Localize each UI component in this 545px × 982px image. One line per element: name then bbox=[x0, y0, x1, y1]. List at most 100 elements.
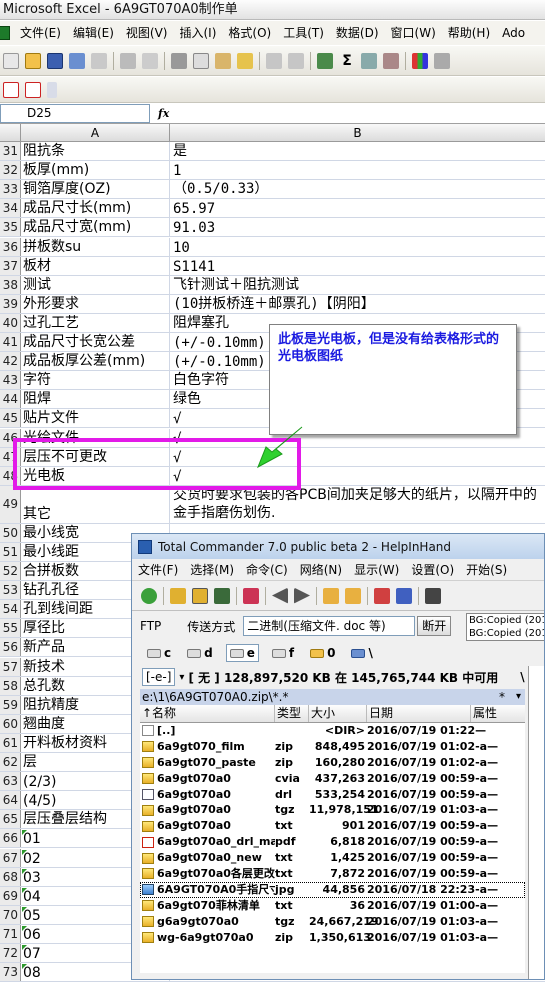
row-header[interactable]: 65 bbox=[0, 810, 21, 829]
menu-format[interactable]: 格式(O) bbox=[222, 21, 277, 45]
spelling-icon[interactable] bbox=[142, 52, 158, 69]
cell-b[interactable]: S1141 bbox=[170, 257, 545, 275]
cell-a[interactable]: 成品板厚公差(mm) bbox=[21, 352, 170, 371]
row-header[interactable]: 68 bbox=[0, 867, 21, 886]
permission-icon[interactable] bbox=[69, 52, 85, 69]
file-row[interactable]: g6a9gt070a0 tgz 24,667,219 2016/07/19 01:03… bbox=[140, 914, 525, 930]
row-header[interactable]: 33 bbox=[0, 180, 21, 199]
current-path[interactable]: e:\1\6A9GT070A0.zip\*.* * ▾ bbox=[140, 689, 525, 705]
row-header[interactable]: 51 bbox=[0, 542, 21, 561]
pack-icon[interactable] bbox=[323, 587, 339, 604]
row-header[interactable]: 37 bbox=[0, 256, 21, 275]
tc-menu-config[interactable]: 设置(O) bbox=[405, 561, 460, 578]
file-row[interactable]: 6a9gt070a0 txt 901 2016/07/19 00:59-a— bbox=[140, 818, 525, 834]
cell-a[interactable]: 板材 bbox=[21, 256, 170, 275]
network-drive-button[interactable]: \ bbox=[348, 645, 375, 661]
row-header[interactable]: 72 bbox=[0, 944, 21, 963]
row-header[interactable]: 71 bbox=[0, 924, 21, 943]
file-row[interactable]: 6a9gt070_paste zip 160,280 2016/07/19 01:02… bbox=[140, 755, 525, 771]
cut-icon[interactable] bbox=[171, 52, 187, 69]
tc-menu-show[interactable]: 显示(W) bbox=[348, 561, 405, 578]
cell-b[interactable]: 交货时要求包装的各PCB间加夹足够大的纸片，以隔开中的金手指磨伤划伤. bbox=[170, 486, 545, 523]
row-header[interactable]: 59 bbox=[0, 695, 21, 714]
save-icon[interactable] bbox=[47, 52, 63, 69]
row-header[interactable]: 55 bbox=[0, 619, 21, 638]
history-star[interactable]: * bbox=[499, 689, 505, 705]
fx-icon[interactable]: fx bbox=[158, 107, 169, 120]
pdf-convert-icon[interactable] bbox=[3, 81, 19, 98]
tc-menu-mark[interactable]: 选择(M) bbox=[184, 561, 240, 578]
menu-edit[interactable]: 编辑(E) bbox=[67, 21, 120, 45]
chart-wizard-icon[interactable] bbox=[412, 52, 428, 69]
row-header[interactable]: 38 bbox=[0, 275, 21, 294]
row-header[interactable]: 52 bbox=[0, 562, 21, 581]
row-header[interactable]: 53 bbox=[0, 581, 21, 600]
menu-help[interactable]: 帮助(H) bbox=[442, 21, 496, 45]
refresh-icon[interactable] bbox=[141, 587, 157, 604]
cell-a[interactable]: 过孔工艺 bbox=[21, 313, 170, 332]
cell-b[interactable]: 91.03 bbox=[170, 218, 545, 236]
col-date[interactable]: 日期 bbox=[367, 705, 471, 722]
row-header[interactable]: 64 bbox=[0, 791, 21, 810]
row-header[interactable]: 73 bbox=[0, 963, 21, 982]
select-all-corner[interactable] bbox=[0, 124, 21, 142]
column-header-a[interactable]: A bbox=[21, 124, 170, 142]
cell-a[interactable]: 板厚(mm) bbox=[21, 161, 170, 180]
file-row[interactable]: 6a9gt070a0各层更改?. txt 7,872 2016/07/19 00:59… bbox=[140, 866, 525, 882]
cell-a[interactable]: 测试 bbox=[21, 275, 170, 294]
invert-selection-icon[interactable] bbox=[243, 587, 259, 604]
drive-0-button[interactable]: 0 bbox=[307, 645, 338, 661]
row-header[interactable]: 39 bbox=[0, 294, 21, 313]
menu-file[interactable]: 文件(E) bbox=[14, 21, 67, 45]
row-header[interactable]: 57 bbox=[0, 657, 21, 676]
menu-addins[interactable]: Ado bbox=[496, 21, 531, 45]
drive-f-button[interactable]: f bbox=[269, 645, 297, 661]
row-header[interactable]: 69 bbox=[0, 886, 21, 905]
menu-insert[interactable]: 插入(I) bbox=[173, 21, 222, 45]
chevron-down-icon[interactable]: ▾ bbox=[516, 689, 521, 705]
file-row[interactable]: 6a9gt070a0_drl_map pdf 6,818 2016/07/19 00:… bbox=[140, 834, 525, 850]
cell-b[interactable]: (10拼板桥连＋邮票孔)【阴阳】 bbox=[170, 295, 545, 313]
cell-a[interactable]: 成品尺寸宽(mm) bbox=[21, 218, 170, 237]
cell-a[interactable]: 外形要求 bbox=[21, 294, 170, 313]
disconnect-button[interactable]: 断开 bbox=[417, 616, 452, 636]
cell-b[interactable]: （0.5/0.33） bbox=[170, 180, 545, 198]
open-icon[interactable] bbox=[25, 52, 41, 69]
redo-icon[interactable] bbox=[288, 52, 304, 69]
cell-b[interactable]: 65.97 bbox=[170, 199, 545, 217]
undo-icon[interactable] bbox=[266, 52, 282, 69]
tc-app-icon[interactable] bbox=[138, 539, 152, 554]
row-header[interactable]: 36 bbox=[0, 237, 21, 256]
col-size[interactable]: 大小 bbox=[309, 705, 367, 722]
drive-c-button[interactable]: c bbox=[144, 645, 174, 661]
col-attr[interactable]: 属性 bbox=[471, 705, 525, 722]
thumbnail-view-icon[interactable] bbox=[214, 587, 230, 604]
file-row[interactable]: wg-6a9gt070a0 zip 1,350,613 2016/07/19 01:0… bbox=[140, 930, 525, 946]
tc-menu-start[interactable]: 开始(S) bbox=[460, 561, 513, 578]
tc-menu-commands[interactable]: 命令(C) bbox=[240, 561, 294, 578]
menu-window[interactable]: 窗口(W) bbox=[385, 21, 442, 45]
row-header[interactable]: 58 bbox=[0, 676, 21, 695]
row-header[interactable]: 31 bbox=[0, 142, 21, 161]
cell-a[interactable]: 阻抗条 bbox=[21, 142, 170, 161]
row-header[interactable]: 42 bbox=[0, 352, 21, 371]
file-row[interactable]: [..] <DIR> 2016/07/19 01:22— bbox=[140, 723, 525, 739]
file-row[interactable]: 6a9gt070a0 cvia 437,263 2016/07/19 00:59-a— bbox=[140, 771, 525, 787]
col-name[interactable]: ↑名称 bbox=[140, 705, 275, 722]
row-header[interactable]: 41 bbox=[0, 333, 21, 352]
format-painter-icon[interactable] bbox=[237, 52, 253, 69]
file-row[interactable]: 6a9gt070_film zip 848,495 2016/07/19 01:02-… bbox=[140, 739, 525, 755]
pdf-mail-icon[interactable] bbox=[25, 81, 41, 98]
row-header[interactable]: 49 bbox=[0, 485, 21, 523]
cell-b[interactable]: 飞针测试＋阻抗测试 bbox=[170, 276, 545, 294]
file-row[interactable]: 6a9gt070a0_new txt 1,425 2016/07/19 00:59-a… bbox=[140, 850, 525, 866]
autosum-icon[interactable]: Σ bbox=[339, 53, 355, 69]
menu-tools[interactable]: 工具(T) bbox=[277, 21, 330, 45]
cell-a[interactable]: 贴片文件 bbox=[21, 409, 170, 428]
sort-ascending-icon[interactable] bbox=[361, 52, 377, 69]
drive-d-button[interactable]: d bbox=[184, 645, 216, 661]
cell-a[interactable]: 阻焊 bbox=[21, 390, 170, 409]
ftp-connect-icon[interactable] bbox=[374, 587, 390, 604]
column-header-b[interactable]: B bbox=[170, 124, 545, 142]
drive-e-button[interactable]: e bbox=[225, 644, 259, 662]
